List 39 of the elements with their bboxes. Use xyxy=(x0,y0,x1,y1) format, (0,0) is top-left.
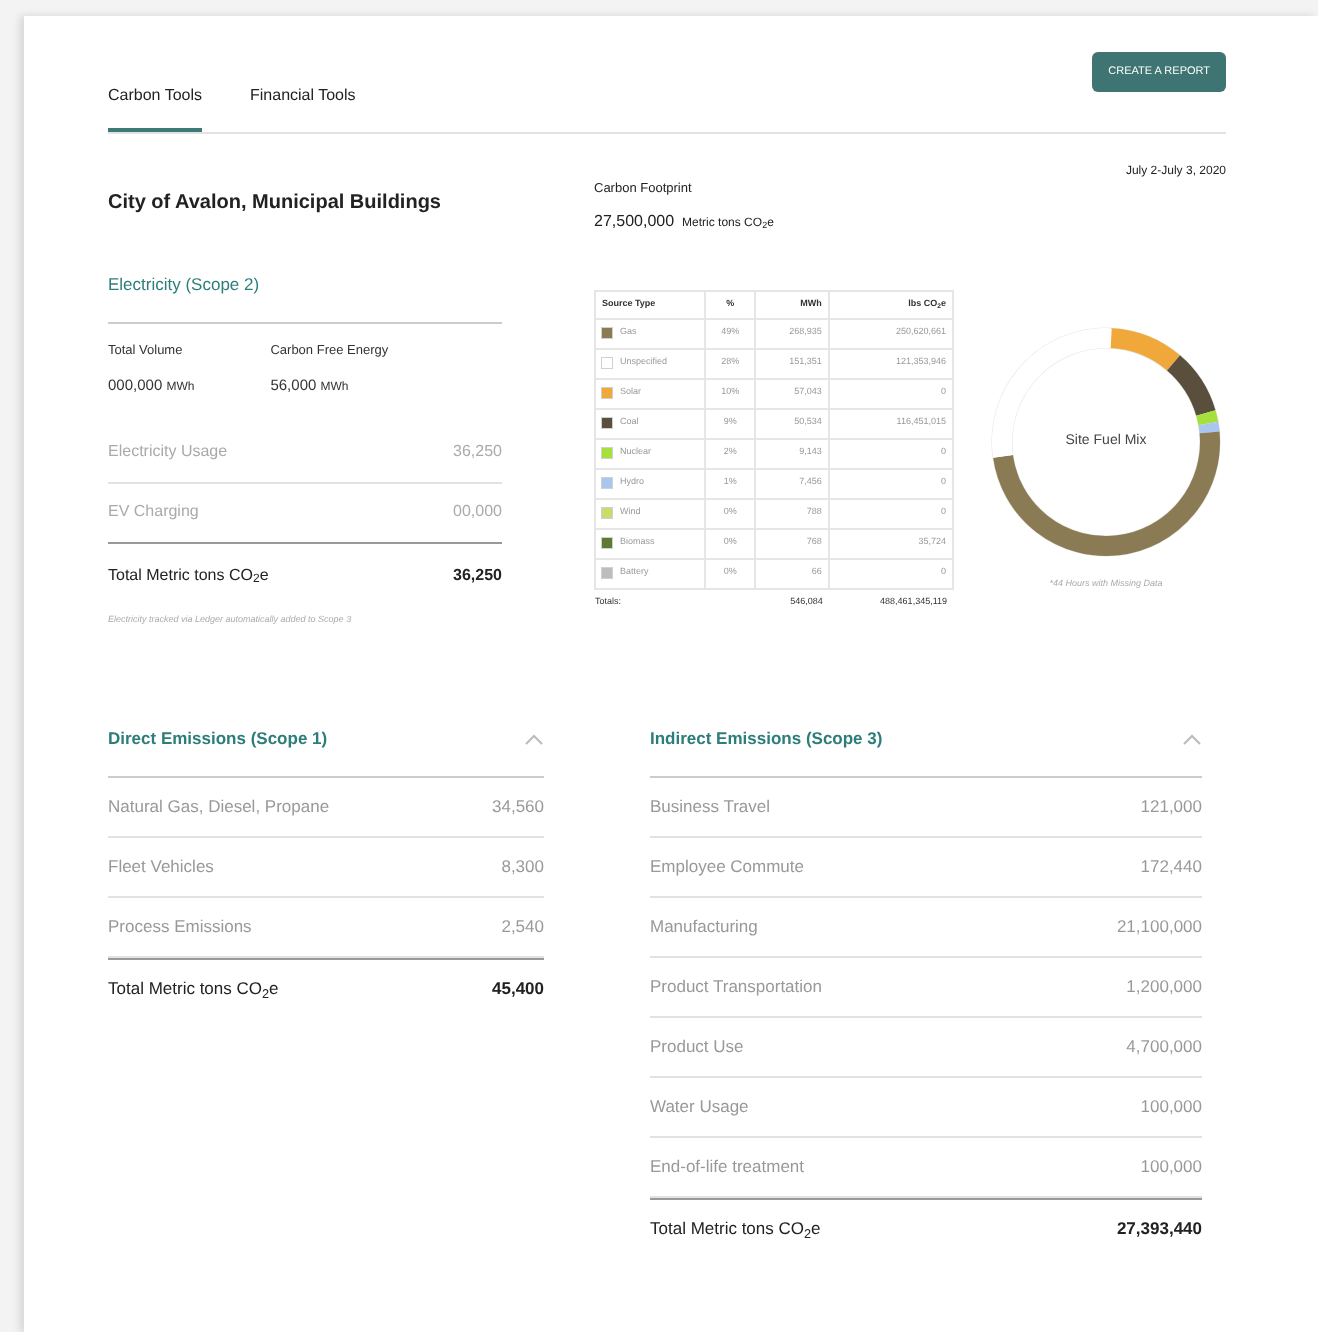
chevron-icon[interactable] xyxy=(1182,733,1202,746)
footprint-value: 27,500,000 xyxy=(594,209,675,234)
total-value: 27,393,440 xyxy=(1116,1216,1202,1242)
site-title: City of Avalon, Municipal Buildings xyxy=(108,190,443,218)
section-heading: Electricity (Scope 2) xyxy=(108,272,502,324)
row-label: Water Usage xyxy=(650,1094,749,1120)
row-label: Business Travel xyxy=(650,794,770,820)
row-value: 34,560 xyxy=(492,794,544,820)
total-label: Total Metric tons CO$_{2}$e xyxy=(650,1216,821,1242)
tab[interactable]: Carbon Tools xyxy=(108,84,202,132)
row-label: Electricity Usage xyxy=(108,440,228,464)
row-value: 00,000 xyxy=(453,500,502,524)
row-label: Employee Commute xyxy=(650,854,805,880)
total-label: Total Metric tons CO$_{2}$e xyxy=(108,563,269,587)
row-label: Fleet Vehicles xyxy=(108,854,214,880)
section-heading: Indirect Emissions (Scope 3) xyxy=(650,726,883,752)
total-value: 45,400 xyxy=(492,976,544,1002)
total-label: Total Metric tons CO$_{2}$e xyxy=(108,976,279,1002)
row-label: Product Use xyxy=(650,1034,744,1060)
row-value: 1,200,000 xyxy=(1126,974,1202,1000)
row-value: 36,250 xyxy=(453,440,502,464)
row-value: 100,000 xyxy=(1140,1154,1202,1180)
row-label: Product Transportation xyxy=(650,974,822,1000)
row-value: 8,300 xyxy=(501,854,544,880)
section-heading: Direct Emissions (Scope 1) xyxy=(108,726,328,752)
row-label: Natural Gas, Diesel, Propane xyxy=(108,794,330,820)
row-label: Manufacturing xyxy=(650,914,758,940)
row-label: End-of-life treatment xyxy=(650,1154,805,1180)
row-value: 121,000 xyxy=(1140,794,1202,820)
tab[interactable]: Financial Tools xyxy=(250,84,356,132)
row-value: 21,100,000 xyxy=(1116,914,1202,940)
row-value: 172,440 xyxy=(1140,854,1202,880)
total-value: 36,250 xyxy=(453,563,502,587)
chevron-icon[interactable] xyxy=(524,733,544,746)
row-label: EV Charging xyxy=(108,500,199,524)
row-value: 100,000 xyxy=(1140,1094,1202,1120)
row-value: 2,540 xyxy=(501,914,544,940)
row-label: Process Emissions xyxy=(108,914,252,940)
row-value: 4,700,000 xyxy=(1126,1034,1202,1060)
